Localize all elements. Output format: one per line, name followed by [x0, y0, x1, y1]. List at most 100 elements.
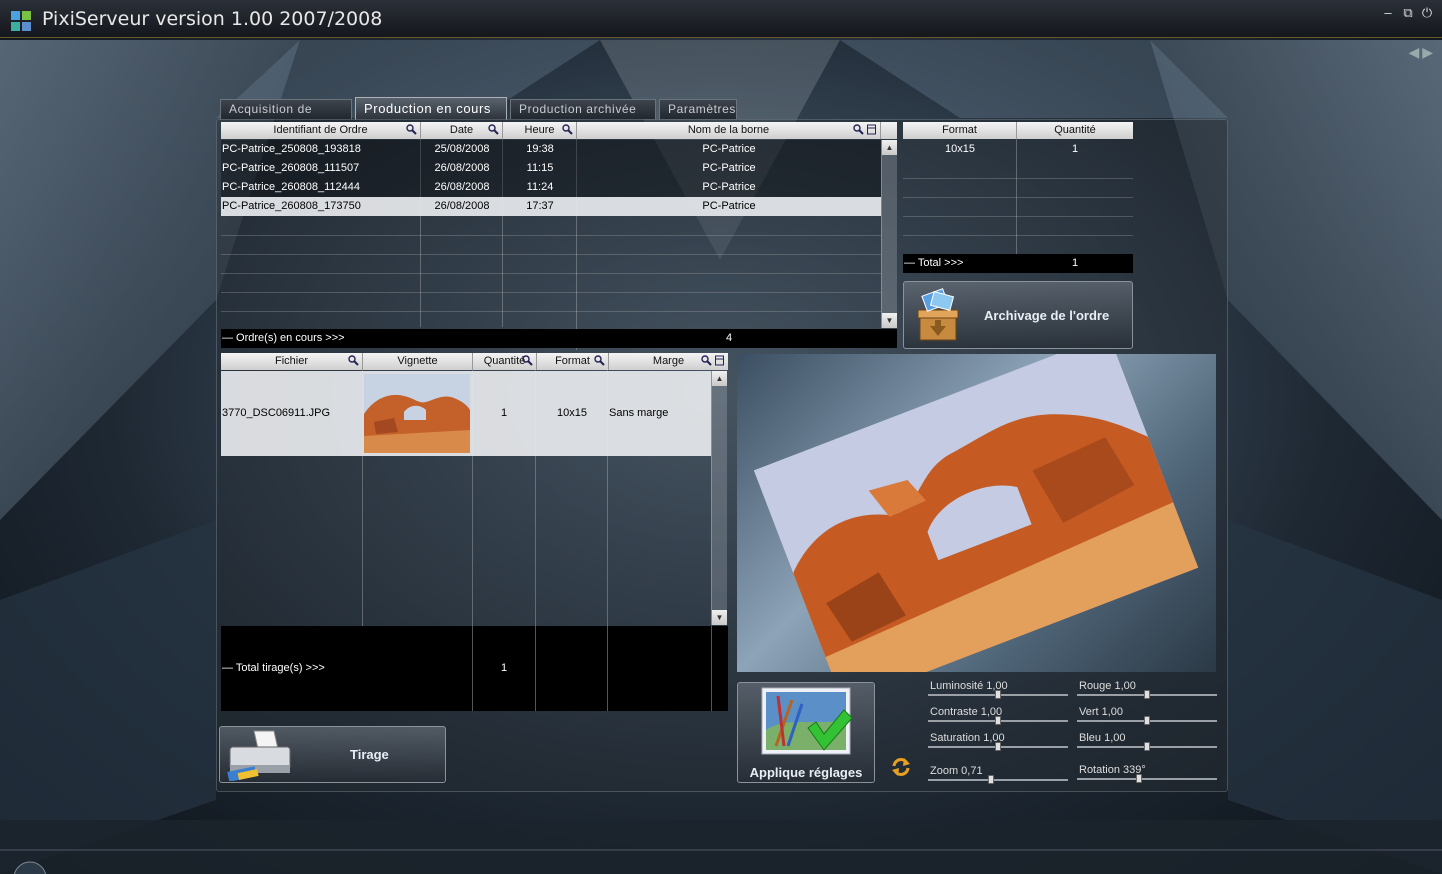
search-icon[interactable]: [701, 355, 712, 366]
columns-icon[interactable]: [714, 355, 725, 366]
col-header-thumbnail[interactable]: Vignette: [363, 353, 473, 370]
order-id-cell: PC-Patrice_260808_111507: [222, 162, 360, 174]
print-button[interactable]: Tirage: [219, 726, 446, 783]
table-row-selected[interactable]: 3770_DSC06911.JPG 1 10x15 Sans marge: [221, 371, 711, 456]
search-icon[interactable]: [522, 355, 533, 366]
tab-acquisition[interactable]: Acquisition de photo: [220, 99, 352, 135]
scroll-up-icon[interactable]: ▲: [882, 140, 897, 155]
blue-slider[interactable]: Bleu 1,00: [1077, 732, 1217, 752]
col-header-label: Fichier: [274, 355, 308, 367]
col-header-order-id[interactable]: Identifiant de Ordre: [221, 122, 421, 139]
tab-parametres[interactable]: Paramètres: [659, 99, 737, 119]
col-header-label: Nom de la borne: [687, 124, 770, 136]
order-date-cell: 26/08/2008: [434, 181, 490, 193]
col-header-margin[interactable]: Marge: [609, 353, 728, 370]
archive-order-button[interactable]: Archivage de l'ordre: [903, 281, 1133, 349]
table-row[interactable]: 10x15 1: [903, 140, 1133, 159]
col-header-quantity[interactable]: Quantité: [1017, 122, 1133, 139]
slider-thumb[interactable]: [995, 742, 1001, 751]
prev-arrow-icon[interactable]: ◀: [1408, 44, 1422, 60]
col-header-label: Format: [555, 355, 590, 367]
archive-box-icon: [917, 288, 959, 341]
brightness-slider[interactable]: Luminosité 1,00: [928, 680, 1068, 700]
minimize-button[interactable]: –: [1380, 5, 1396, 20]
search-icon[interactable]: [562, 124, 573, 135]
orders-grid: Identifiant de Ordre Date Heure Nom de l…: [221, 122, 897, 350]
archive-order-label: Archivage de l'ordre: [984, 308, 1110, 323]
col-header-kiosk[interactable]: Nom de la borne: [577, 122, 881, 139]
order-date-cell: 26/08/2008: [434, 200, 490, 212]
orders-scrollbar[interactable]: ▲ ▼: [881, 140, 897, 328]
formats-grid: Format Quantité 10x15 1 — Total >>> 1: [903, 122, 1133, 273]
zoom-label: Zoom 0,71: [930, 765, 983, 777]
col-header-quantity[interactable]: Quantité: [473, 353, 537, 370]
search-icon[interactable]: [488, 124, 499, 135]
table-row-selected[interactable]: PC-Patrice_260808_173750 26/08/2008 17:3…: [221, 197, 881, 216]
zoom-slider[interactable]: Zoom 0,71: [928, 765, 1068, 785]
slider-thumb[interactable]: [995, 690, 1001, 699]
search-icon[interactable]: [406, 124, 417, 135]
slider-track[interactable]: [1077, 778, 1217, 780]
scroll-down-icon[interactable]: ▼: [882, 313, 897, 328]
tab-production-archivee[interactable]: Production archivée: [510, 99, 656, 119]
search-icon[interactable]: [594, 355, 605, 366]
grid-line: [711, 626, 712, 711]
files-total-label: — Total tirage(s) >>>: [222, 662, 325, 674]
tab-production-en-cours[interactable]: Production en cours: [355, 97, 507, 120]
col-header-date[interactable]: Date: [421, 122, 503, 139]
slider-thumb[interactable]: [1144, 742, 1150, 751]
saturation-slider[interactable]: Saturation 1,00: [928, 732, 1068, 752]
grid-line: [903, 178, 1133, 179]
col-header-label: Date: [449, 124, 474, 136]
search-icon[interactable]: [853, 124, 864, 135]
slider-thumb[interactable]: [995, 716, 1001, 725]
col-header-label: Marge: [652, 355, 685, 367]
table-row[interactable]: PC-Patrice_260808_112444 26/08/2008 11:2…: [221, 178, 881, 197]
table-row[interactable]: PC-Patrice_250808_193818 25/08/2008 19:3…: [221, 140, 881, 159]
col-header-format[interactable]: Format: [903, 122, 1017, 139]
order-id-cell: PC-Patrice_260808_173750: [222, 200, 361, 212]
contrast-label: Contraste 1,00: [930, 706, 1003, 718]
grid-line: [607, 626, 608, 711]
files-scrollbar[interactable]: ▲ ▼: [711, 371, 727, 625]
col-header-label: Heure: [524, 124, 555, 136]
col-header-spacer: [881, 122, 897, 139]
columns-icon[interactable]: [866, 124, 877, 135]
next-arrow-icon[interactable]: ▶: [1422, 44, 1436, 60]
quantity-cell: 1: [1071, 143, 1079, 155]
order-date-cell: 26/08/2008: [434, 162, 490, 174]
col-header-label: Quantité: [483, 355, 526, 367]
order-kiosk-cell: PC-Patrice: [702, 143, 756, 155]
col-header-file[interactable]: Fichier: [221, 353, 363, 370]
green-slider[interactable]: Vert 1,00: [1077, 706, 1217, 726]
rotation-slider[interactable]: Rotation 339°: [1077, 764, 1217, 784]
close-button[interactable]: ⏻: [1419, 5, 1435, 21]
restore-button[interactable]: ⧉: [1400, 5, 1416, 21]
photo-preview[interactable]: [737, 354, 1216, 672]
grid-line: [903, 197, 1133, 198]
orders-count: 4: [725, 332, 733, 344]
files-total-value: 1: [500, 662, 508, 674]
order-time-cell: 17:37: [526, 200, 554, 212]
scroll-up-icon[interactable]: ▲: [712, 371, 727, 386]
col-header-format[interactable]: Format: [537, 353, 609, 370]
order-time-cell: 11:15: [526, 162, 554, 174]
slider-thumb[interactable]: [1144, 690, 1150, 699]
slider-thumb[interactable]: [1135, 774, 1142, 783]
slider-thumb[interactable]: [1144, 716, 1150, 725]
col-header-time[interactable]: Heure: [503, 122, 577, 139]
refresh-icon[interactable]: [890, 756, 912, 778]
scroll-down-icon[interactable]: ▼: [712, 610, 727, 625]
apply-settings-button[interactable]: Applique réglages: [737, 682, 875, 783]
search-icon[interactable]: [348, 355, 359, 366]
table-row[interactable]: PC-Patrice_260808_111507 26/08/2008 11:1…: [221, 159, 881, 178]
slider-thumb[interactable]: [988, 775, 995, 784]
slider-track[interactable]: [928, 779, 1068, 781]
photo-thumbnail[interactable]: [364, 374, 470, 453]
red-slider[interactable]: Rouge 1,00: [1077, 680, 1217, 700]
saturation-label: Saturation 1,00: [930, 732, 1005, 744]
order-id-cell: PC-Patrice_250808_193818: [222, 143, 361, 155]
contrast-slider[interactable]: Contraste 1,00: [928, 706, 1068, 726]
orders-footer-label: — Ordre(s) en cours >>>: [222, 332, 345, 344]
print-label: Tirage: [350, 747, 389, 762]
